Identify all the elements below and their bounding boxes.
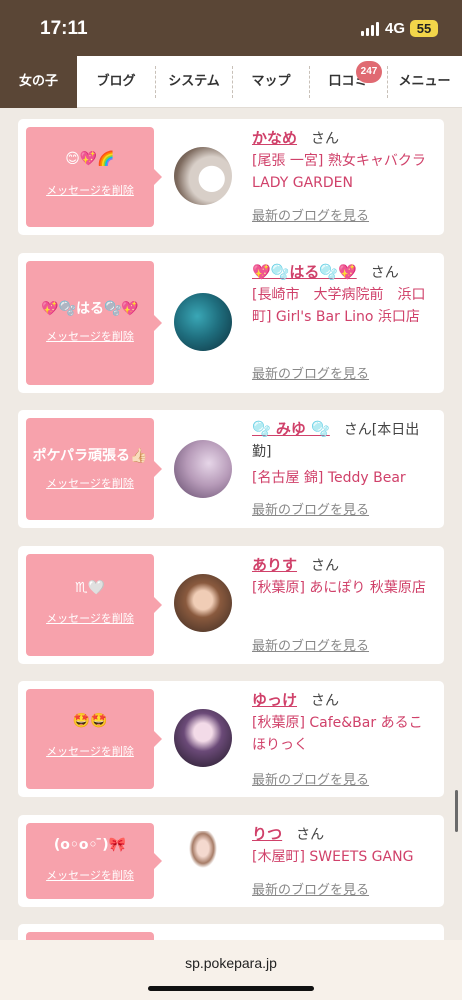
girl-card: 💖🫧はる🫧💖 メッセージを削除 💖🫧はる🫧💖 さん [長崎市 大学病院前 浜口町]… bbox=[18, 253, 444, 393]
scrollbar[interactable] bbox=[455, 790, 458, 832]
girl-name-link[interactable]: ありす bbox=[252, 556, 297, 574]
signal-icon bbox=[361, 22, 381, 36]
message-text: (o◦o◦ ̄)🎀 bbox=[53, 837, 127, 853]
shop-name[interactable]: [名古屋 錦] Teddy Bear bbox=[252, 467, 432, 489]
delete-message-link[interactable]: メッセージを削除 bbox=[26, 182, 154, 198]
avatar[interactable] bbox=[174, 831, 232, 889]
tab-menu[interactable]: メニュー bbox=[387, 56, 462, 108]
shop-name[interactable]: [秋葉原] あにぽり 秋葉原店 bbox=[252, 577, 432, 599]
name-line: 🫧 みゆ 🫧 さん[本日出勤] bbox=[252, 418, 432, 463]
avatar[interactable] bbox=[174, 147, 232, 205]
girl-name-link[interactable]: 🫧 みゆ 🫧 bbox=[252, 420, 330, 438]
name-line: ありす さん bbox=[252, 554, 339, 575]
delete-message-link[interactable]: メッセージを削除 bbox=[26, 328, 154, 344]
avatar[interactable] bbox=[174, 709, 232, 767]
name-suffix: さん bbox=[311, 693, 340, 709]
name-line: 💖🫧はる🫧💖 さん bbox=[252, 261, 399, 282]
shop-name[interactable]: [尾張 一宮] 熟女キャバクラ LADY GARDEN bbox=[252, 150, 432, 194]
girl-name-link[interactable]: りつ bbox=[252, 825, 282, 843]
tab-girls[interactable]: 女の子 bbox=[0, 56, 77, 108]
latest-blog-link[interactable]: 最新のブログを見る bbox=[252, 205, 369, 224]
message-text: ♏🤍 bbox=[75, 580, 105, 596]
browser-url-bar: sp.pokepara.jp bbox=[0, 940, 462, 1000]
delete-message-link[interactable]: メッセージを削除 bbox=[26, 867, 154, 883]
girl-name-link[interactable]: ゆっけ bbox=[252, 691, 297, 709]
home-indicator[interactable] bbox=[148, 986, 314, 991]
shop-name[interactable]: [木屋町] SWEETS GANG bbox=[252, 846, 432, 868]
message-text: 🤩🤩 bbox=[72, 713, 108, 729]
latest-blog-link[interactable]: 最新のブログを見る bbox=[252, 879, 369, 898]
avatar[interactable] bbox=[174, 574, 232, 632]
latest-blog-link[interactable]: 最新のブログを見る bbox=[252, 635, 369, 654]
girl-card: ポケパラ頑張る👍🏻 メッセージを削除 🫧 みゆ 🫧 さん[本日出勤] [名古屋 錦… bbox=[18, 410, 444, 528]
girl-name-link[interactable]: 💖🫧はる🫧💖 bbox=[252, 263, 357, 281]
name-line: ゆっけ さん bbox=[252, 689, 339, 710]
shop-name[interactable]: [秋葉原] Cafe&Bar あるこほりっく bbox=[252, 712, 432, 756]
avatar[interactable] bbox=[174, 440, 232, 498]
latest-blog-link[interactable]: 最新のブログを見る bbox=[252, 363, 369, 382]
girl-card: ♏🤍 メッセージを削除 ありす さん [秋葉原] あにぽり 秋葉原店 最新のブログ… bbox=[18, 546, 444, 664]
url-text[interactable]: sp.pokepara.jp bbox=[0, 955, 462, 971]
name-suffix: さん bbox=[311, 558, 340, 574]
latest-blog-link[interactable]: 最新のブログを見る bbox=[252, 769, 369, 788]
name-suffix: さん bbox=[311, 131, 340, 147]
message-bubble: (o◦o◦ ̄)🎀 メッセージを削除 bbox=[26, 823, 162, 899]
tab-blog[interactable]: ブログ bbox=[77, 56, 155, 108]
reviews-count-badge: 247 bbox=[356, 61, 382, 83]
delete-message-link[interactable]: メッセージを削除 bbox=[26, 475, 154, 491]
name-line: りつ さん bbox=[252, 823, 324, 844]
girl-card: 😊💖🌈 メッセージを削除 かなめ さん [尾張 一宮] 熟女キャバクラ LADY … bbox=[18, 119, 444, 235]
shop-name[interactable]: [長崎市 大学病院前 浜口町] Girl's Bar Lino 浜口店 bbox=[252, 284, 432, 328]
delete-message-link[interactable]: メッセージを削除 bbox=[26, 743, 154, 759]
message-bubble: 💖🫧はる🫧💖 メッセージを削除 bbox=[26, 261, 162, 385]
status-bar: 17:11 4G 55 bbox=[0, 0, 462, 56]
tab-map[interactable]: マップ bbox=[232, 56, 310, 108]
message-bubble: 🤩🤩 メッセージを削除 bbox=[26, 689, 162, 789]
girl-card bbox=[18, 924, 444, 940]
name-suffix: さん bbox=[370, 265, 399, 281]
message-text: 💖🫧はる🫧💖 bbox=[41, 301, 139, 317]
name-line: かなめ さん bbox=[252, 127, 339, 148]
message-bubble bbox=[26, 932, 154, 940]
girl-name-link[interactable]: かなめ bbox=[252, 129, 297, 147]
message-text: 😊💖🌈 bbox=[65, 151, 115, 167]
message-bubble: ポケパラ頑張る👍🏻 メッセージを削除 bbox=[26, 418, 162, 520]
name-suffix: さん bbox=[296, 827, 325, 843]
tab-bar: 女の子 ブログ システム マップ 口コミ 247 メニュー bbox=[0, 56, 462, 108]
message-text: ポケパラ頑張る👍🏻 bbox=[32, 448, 148, 464]
network-type: 4G bbox=[385, 20, 406, 37]
battery-icon: 55 bbox=[410, 20, 438, 37]
tab-system[interactable]: システム bbox=[155, 56, 233, 108]
girl-card: (o◦o◦ ̄)🎀 メッセージを削除 りつ さん [木屋町] SWEETS GAN… bbox=[18, 815, 444, 907]
latest-blog-link[interactable]: 最新のブログを見る bbox=[252, 499, 369, 518]
status-time: 17:11 bbox=[40, 18, 88, 39]
message-bubble: 😊💖🌈 メッセージを削除 bbox=[26, 127, 162, 227]
girls-list: 😊💖🌈 メッセージを削除 かなめ さん [尾張 一宮] 熟女キャバクラ LADY … bbox=[0, 109, 462, 940]
delete-message-link[interactable]: メッセージを削除 bbox=[26, 610, 154, 626]
message-bubble: ♏🤍 メッセージを削除 bbox=[26, 554, 162, 656]
girl-card: 🤩🤩 メッセージを削除 ゆっけ さん [秋葉原] Cafe&Bar あるこほりっく… bbox=[18, 681, 444, 797]
avatar[interactable] bbox=[174, 293, 232, 351]
